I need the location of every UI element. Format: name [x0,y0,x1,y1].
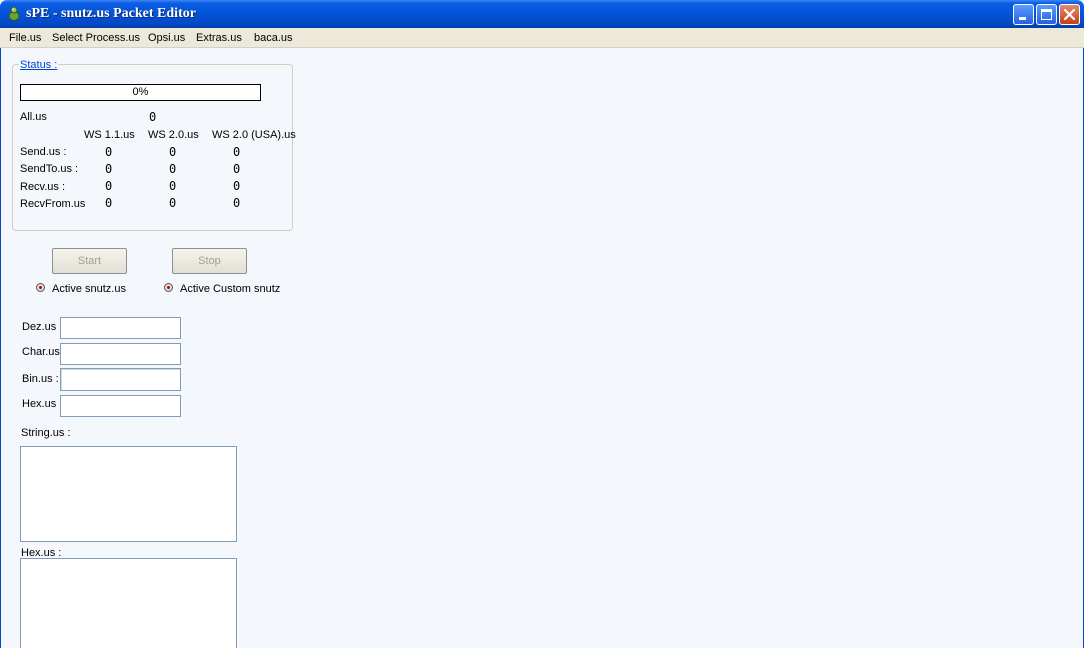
minimize-button[interactable] [1013,4,1034,25]
send-ws20: 0 [169,145,177,159]
active-custom-label: Active Custom snutz [180,283,281,295]
recvfrom-ws20-usa: 0 [233,196,241,210]
sendto-ws20-usa: 0 [233,162,241,176]
all-label: All.us [20,111,47,123]
dez-label: Dez.us : [22,321,63,333]
bin-label: Bin.us : [22,373,59,385]
sendto-ws20: 0 [169,162,177,176]
progress-text: 0% [132,86,149,98]
row-recvfrom-label: RecvFrom.us [20,198,86,210]
window-title: sPE - snutz.us Packet Editor [26,6,196,21]
menu-opsi[interactable]: Opsi.us [148,32,185,44]
hex-textarea[interactable] [20,558,237,648]
active-snutz-label: Active snutz.us [52,283,126,295]
title-bar[interactable]: sPE - snutz.us Packet Editor [0,0,1084,28]
all-count: 0 [149,110,157,124]
menu-baca[interactable]: baca.us [254,32,293,44]
active-custom-radio[interactable] [164,283,173,292]
maximize-icon [1041,9,1052,20]
dez-input[interactable] [60,317,181,339]
app-icon [6,5,22,21]
string-textarea[interactable] [20,446,237,542]
recv-ws20-usa: 0 [233,179,241,193]
status-legend: Status : [19,59,59,71]
active-snutz-radio[interactable] [36,283,45,292]
recv-ws20: 0 [169,179,177,193]
menu-file[interactable]: File.us [9,32,41,44]
bin-input[interactable] [60,368,181,391]
hex-label: Hex.us : [22,398,63,410]
col-ws20: WS 2.0.us [148,129,199,141]
char-input[interactable] [60,343,181,365]
menu-extras[interactable]: Extras.us [196,32,242,44]
recvfrom-ws20: 0 [169,196,177,210]
close-button[interactable] [1059,4,1080,25]
stop-button[interactable]: Stop [172,248,247,274]
menu-select-process[interactable]: Select Process.us [52,32,140,44]
close-icon [1063,8,1076,21]
send-ws11: 0 [105,145,113,159]
maximize-button[interactable] [1036,4,1057,25]
menu-bar: File.us Select Process.us Opsi.us Extras… [0,28,1084,48]
col-ws11: WS 1.1.us [84,129,135,141]
progress-bar: 0% [20,84,261,101]
recv-ws11: 0 [105,179,113,193]
hex-input[interactable] [60,395,181,417]
send-ws20-usa: 0 [233,145,241,159]
sendto-ws11: 0 [105,162,113,176]
recvfrom-ws11: 0 [105,196,113,210]
minimize-icon [1019,17,1026,20]
row-send-label: Send.us : [20,146,67,158]
row-sendto-label: SendTo.us : [20,163,79,175]
string-area-label: String.us : [21,427,71,439]
row-recv-label: Recv.us : [20,181,66,193]
col-ws20-usa: WS 2.0 (USA).us [212,129,296,141]
char-label: Char.us [22,346,60,358]
start-button[interactable]: Start [52,248,127,274]
